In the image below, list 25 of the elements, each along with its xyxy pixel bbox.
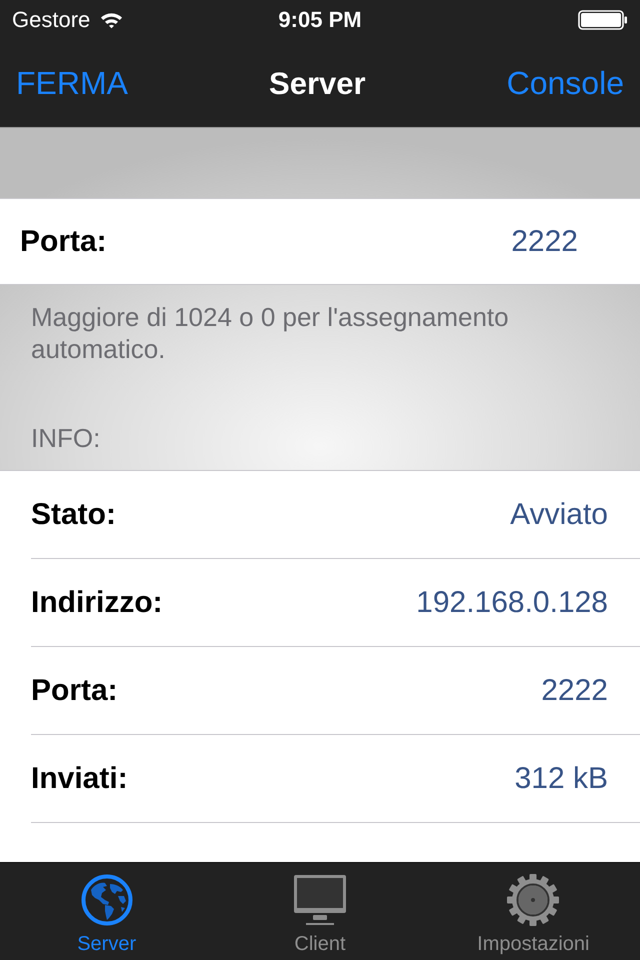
row-value: 192.168.0.128 [416, 586, 608, 620]
row-label: Porta: [31, 674, 118, 708]
row-label: Porta: [20, 224, 107, 258]
row-label: Indirizzo: [31, 586, 163, 620]
console-button[interactable]: Console [506, 65, 624, 102]
row-label: Inviati: [31, 762, 128, 796]
stop-button[interactable]: FERMA [16, 65, 128, 102]
gear-icon [507, 874, 560, 926]
row-value: Avviato [510, 498, 608, 532]
section-header: INFO: [31, 423, 100, 454]
tab-button[interactable]: Impostazioni [426, 863, 640, 960]
row-label: Stato: [31, 498, 116, 532]
carrier-name: Gestore [12, 7, 90, 33]
row-value: 312 kB [514, 762, 608, 796]
row-value: 2222 [541, 674, 608, 708]
monitor-icon [294, 874, 346, 926]
tab-button[interactable]: Server [0, 863, 214, 960]
port-hint: Maggiore di 1024 o 0 per l'assegnamento automatico. [31, 301, 510, 365]
battery-icon [578, 10, 628, 30]
port-field[interactable]: 2222 [511, 224, 578, 258]
wifi-icon [100, 11, 124, 29]
tab-button[interactable]: Client [213, 863, 427, 960]
status-time: 9:05 PM [278, 7, 362, 33]
globe-icon [80, 874, 133, 926]
nav-title: Server [269, 66, 366, 102]
